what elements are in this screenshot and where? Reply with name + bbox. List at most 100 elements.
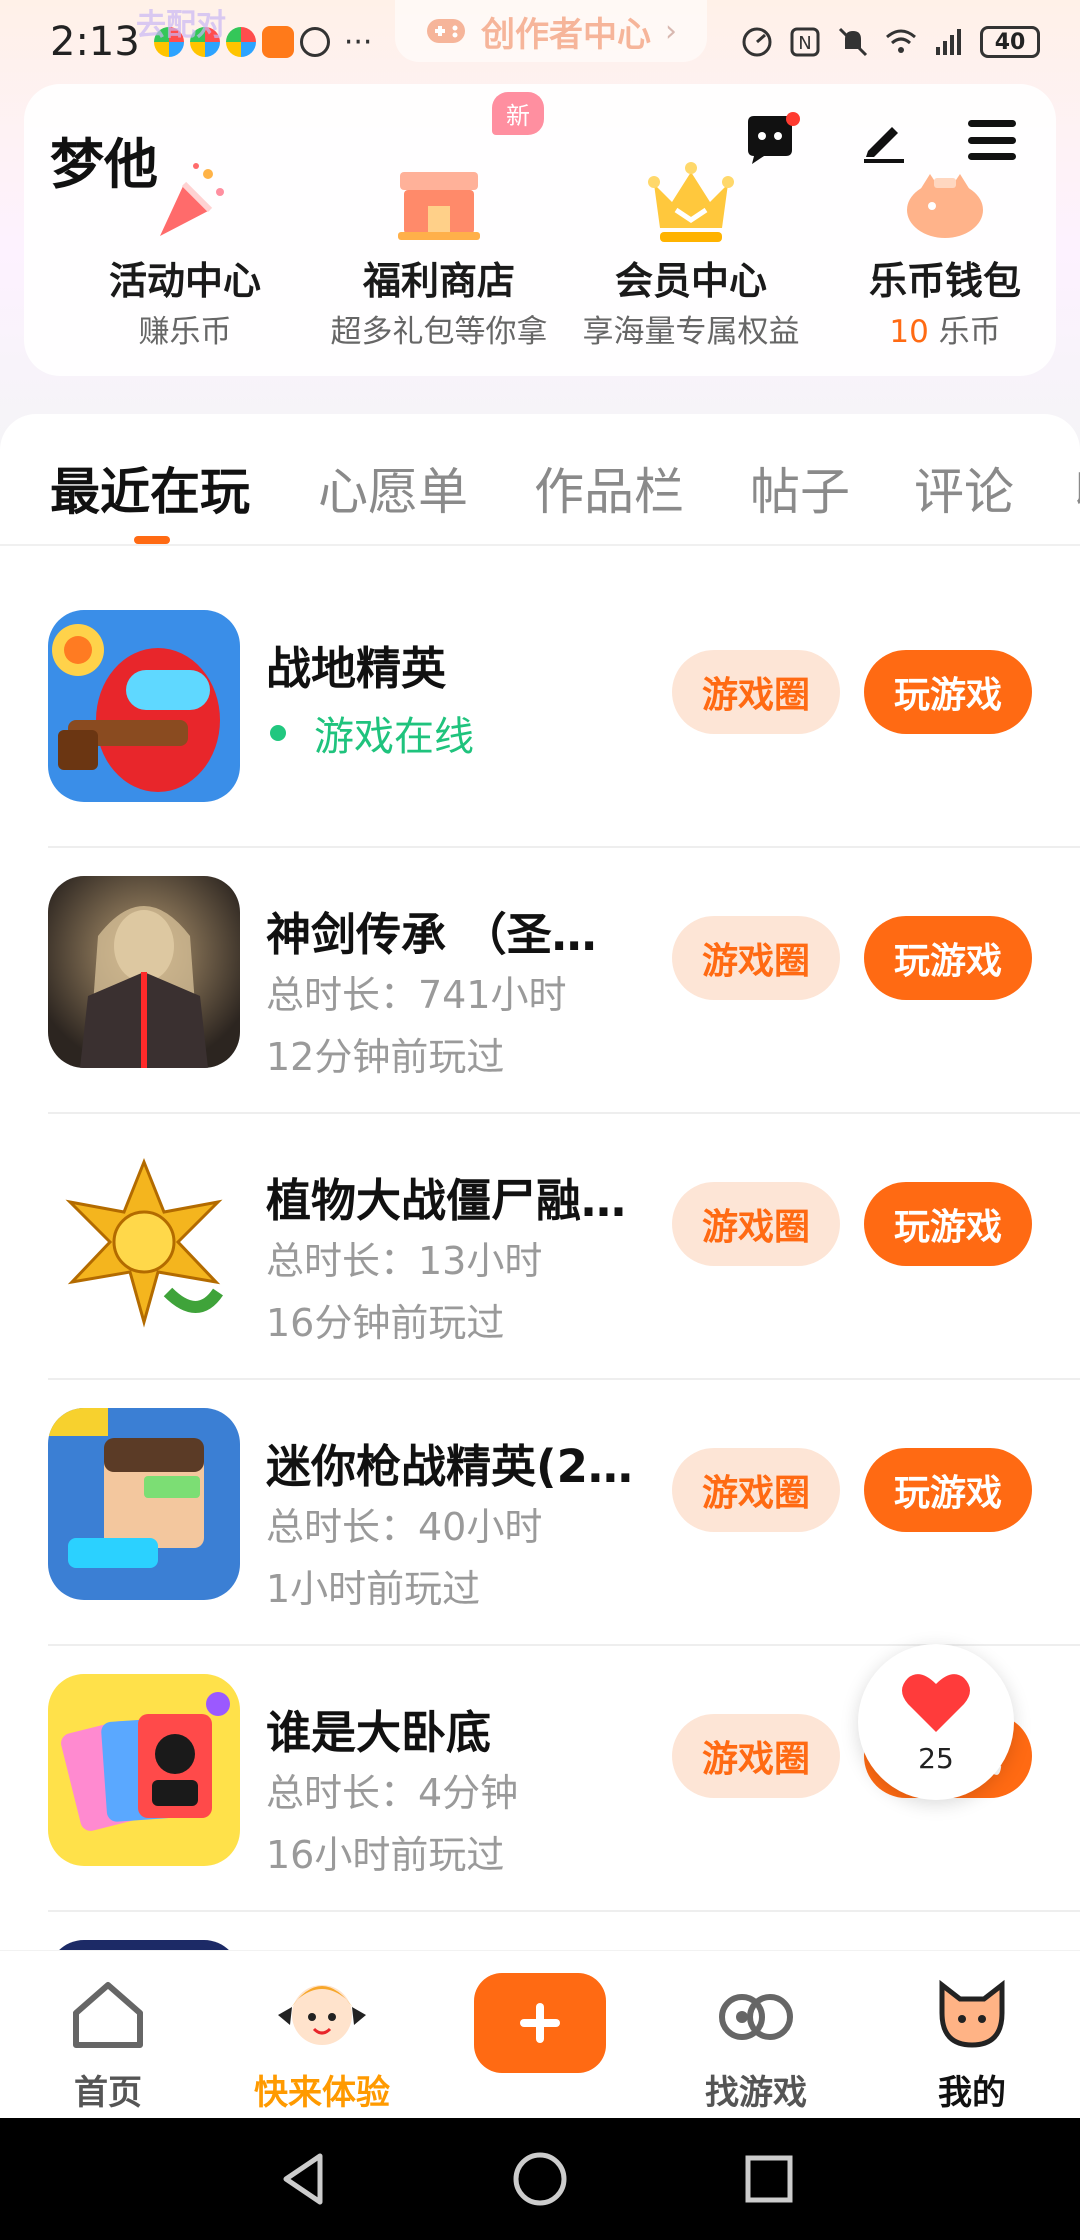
shortcut-member-center[interactable]: 会员中心 享海量专属权益 bbox=[566, 84, 816, 376]
battery-indicator: 40 bbox=[980, 26, 1040, 58]
game-playtime: 总时长：13小时 bbox=[266, 1239, 543, 1283]
shop-icon bbox=[398, 172, 480, 240]
list-item[interactable]: 神剑传承 （圣… 总时长：741小时 12分钟前玩过 游戏圈 玩游戏 bbox=[0, 848, 1080, 1114]
game-icon bbox=[48, 1142, 240, 1334]
gamepad-icon bbox=[427, 19, 465, 43]
crown-icon bbox=[648, 162, 734, 242]
bottom-nav: 首页 快来体验 找游戏 我的 bbox=[0, 1950, 1080, 2118]
recents-icon[interactable] bbox=[734, 2144, 804, 2214]
shortcut-title: 乐币钱包 bbox=[868, 259, 1021, 303]
system-status-icons: N 40 bbox=[740, 25, 1040, 59]
signal-icon bbox=[936, 29, 961, 55]
game-circle-button[interactable]: 游戏圈 bbox=[672, 650, 840, 734]
piggy-bank-icon bbox=[907, 174, 983, 238]
mute-icon bbox=[838, 27, 868, 57]
game-playtime: 总时长：4分钟 bbox=[266, 1771, 519, 1815]
tab-recent[interactable]: 最近在玩 bbox=[50, 452, 250, 524]
game-playtime: 总时长：40小时 bbox=[266, 1505, 543, 1549]
add-button[interactable] bbox=[474, 1973, 606, 2073]
nfc-icon: N bbox=[790, 27, 820, 57]
nav-mine[interactable]: 我的 bbox=[882, 1969, 1062, 2119]
plus-icon bbox=[520, 2003, 560, 2043]
play-game-button[interactable]: 玩游戏 bbox=[864, 916, 1032, 1000]
list-item[interactable]: 植物大战僵尸融… 总时长：13小时 16分钟前玩过 游戏圈 玩游戏 bbox=[0, 1114, 1080, 1380]
video-app-icon bbox=[261, 26, 294, 58]
mascot-icon bbox=[278, 1985, 366, 2045]
home-circle-icon[interactable] bbox=[505, 2144, 575, 2214]
tab-bar: 最近在玩 心愿单 作品栏 帖子 评论 收藏 bbox=[0, 414, 1080, 546]
new-badge: 新 bbox=[492, 92, 544, 135]
shortcut-subtitle: 10 乐币 bbox=[820, 306, 1070, 351]
game-icon bbox=[48, 610, 240, 802]
party-horn-icon bbox=[160, 163, 224, 236]
game-icon bbox=[48, 876, 240, 1068]
wifi-icon bbox=[886, 29, 916, 53]
nav-home[interactable]: 首页 bbox=[18, 1969, 198, 2119]
tab-favorites[interactable]: 收藏 bbox=[1074, 452, 1080, 524]
profile-cat-icon bbox=[939, 1979, 1005, 2048]
game-name: 战地精英 bbox=[266, 642, 447, 695]
shortcut-subtitle: 享海量专属权益 bbox=[582, 314, 800, 350]
list-item[interactable]: 战地精英 游戏在线 游戏圈 玩游戏 bbox=[0, 582, 1080, 848]
shortcut-title: 活动中心 bbox=[108, 259, 261, 303]
game-circle-button[interactable]: 游戏圈 bbox=[672, 1448, 840, 1532]
game-circle-button[interactable]: 游戏圈 bbox=[672, 916, 840, 1000]
game-circle-button[interactable]: 游戏圈 bbox=[672, 1182, 840, 1266]
game-name: 谁是大卧底 bbox=[266, 1706, 492, 1759]
pairing-hint: 去配对 bbox=[136, 8, 226, 43]
coin-unit: 乐币 bbox=[928, 314, 1001, 350]
play-game-button[interactable]: 玩游戏 bbox=[864, 650, 1032, 734]
shortcut-title: 福利商店 bbox=[362, 259, 515, 303]
game-last-played: 1小时前玩过 bbox=[266, 1567, 481, 1611]
nav-promo[interactable]: 快来体验 bbox=[232, 1969, 412, 2119]
online-label: 游戏在线 bbox=[314, 714, 474, 760]
creator-center-label: 创作者中心 bbox=[481, 14, 651, 55]
shortcut-activity-center[interactable]: 活动中心 赚乐币 bbox=[60, 84, 310, 376]
shortcut-row: 活动中心 赚乐币 新 福利商店 超多礼包等你拿 会员中心 享海量专属权益 乐币钱… bbox=[24, 84, 1056, 376]
game-name: 神剑传承 （圣… bbox=[266, 908, 597, 961]
game-playtime: 总时长：741小时 bbox=[266, 973, 567, 1017]
system-navigation-bar bbox=[0, 2118, 1080, 2240]
tab-wishlist[interactable]: 心愿单 bbox=[318, 452, 468, 524]
nav-find-games[interactable]: 找游戏 bbox=[666, 1969, 846, 2119]
game-icon bbox=[48, 1408, 240, 1600]
like-bubble[interactable]: 25 bbox=[858, 1644, 1014, 1800]
play-game-button[interactable]: 玩游戏 bbox=[864, 1448, 1032, 1532]
game-icon bbox=[48, 1674, 240, 1866]
online-dot-icon bbox=[270, 725, 286, 741]
svg-text:N: N bbox=[798, 33, 811, 54]
shortcut-subtitle: 赚乐币 bbox=[138, 314, 232, 350]
game-last-played: 12分钟前玩过 bbox=[266, 1035, 505, 1079]
shortcut-coin-wallet[interactable]: 乐币钱包 10 乐币 bbox=[820, 84, 1070, 376]
shortcut-title: 会员中心 bbox=[614, 259, 767, 303]
back-icon[interactable] bbox=[270, 2144, 340, 2214]
list-item[interactable]: 迷你枪战精英(2… 总时长：40小时 1小时前玩过 游戏圈 玩游戏 bbox=[0, 1380, 1080, 1646]
tab-comments[interactable]: 评论 bbox=[914, 452, 1014, 524]
tab-works[interactable]: 作品栏 bbox=[534, 452, 684, 524]
creator-center-pill[interactable]: 创作者中心 › bbox=[395, 0, 707, 62]
shortcut-subtitle: 超多礼包等你拿 bbox=[330, 314, 548, 350]
more-notifications-icon: ··· bbox=[343, 24, 373, 60]
like-count: 25 bbox=[918, 1741, 954, 1775]
nav-label: 找游戏 bbox=[705, 2073, 807, 2113]
user-header-card: 梦他 活动中心 赚乐币 新 福利商店 超多礼包等你拿 会员中心 享海量专属权益 … bbox=[24, 84, 1056, 376]
coin-balance: 10 bbox=[889, 314, 929, 350]
nav-label: 首页 bbox=[74, 2073, 142, 2113]
game-last-played: 16分钟前玩过 bbox=[266, 1301, 505, 1345]
chevron-right-icon: › bbox=[665, 13, 677, 49]
game-list: 战地精英 游戏在线 游戏圈 玩游戏 神剑传承 （圣… 总时长：741小时 12分… bbox=[0, 582, 1080, 2032]
home-icon bbox=[73, 1982, 143, 2048]
game-circle-button[interactable]: 游戏圈 bbox=[672, 1714, 840, 1798]
nav-label: 我的 bbox=[938, 2073, 1006, 2113]
tab-posts[interactable]: 帖子 bbox=[750, 452, 850, 524]
nav-label: 快来体验 bbox=[254, 2073, 390, 2113]
game-name: 迷你枪战精英(2… bbox=[266, 1440, 633, 1493]
find-games-icon bbox=[719, 1994, 793, 2040]
game-last-played: 16小时前玩过 bbox=[266, 1833, 505, 1877]
shortcut-welfare-shop[interactable]: 新 福利商店 超多礼包等你拿 bbox=[314, 84, 564, 376]
active-tab-indicator bbox=[134, 536, 170, 544]
online-status: 游戏在线 bbox=[266, 704, 474, 762]
game-name: 植物大战僵尸融… bbox=[266, 1174, 627, 1227]
globe-icon bbox=[299, 27, 330, 57]
play-game-button[interactable]: 玩游戏 bbox=[864, 1182, 1032, 1266]
